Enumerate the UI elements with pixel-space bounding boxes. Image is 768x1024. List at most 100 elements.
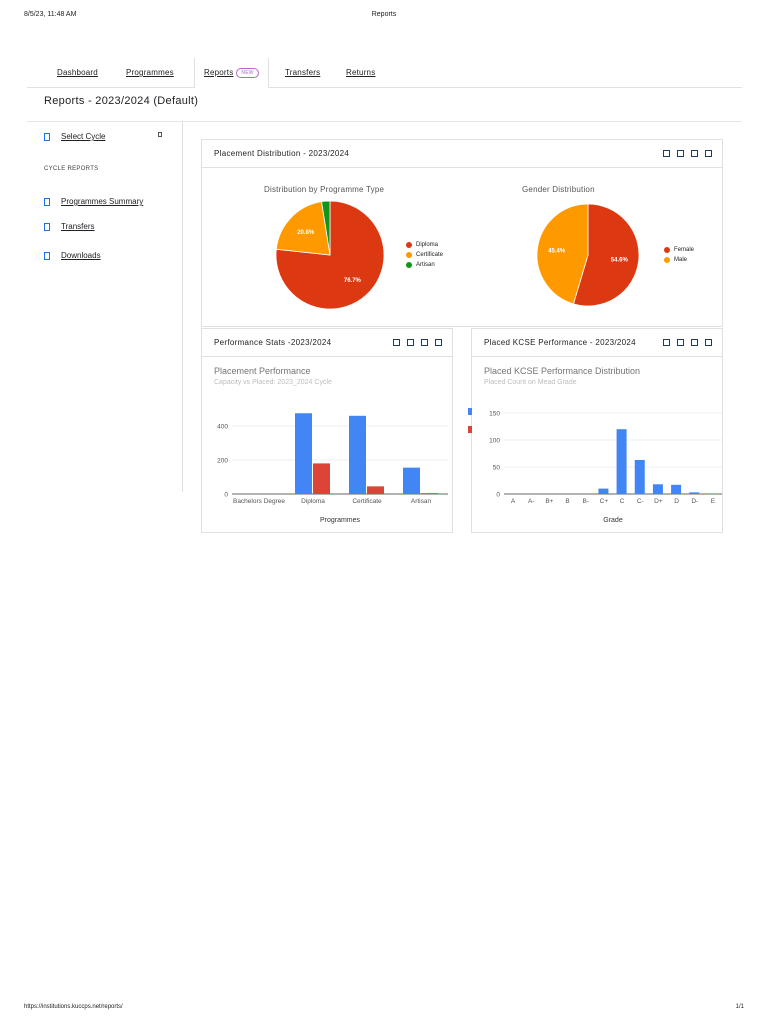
expand-icon[interactable] [421, 339, 428, 346]
report-icon [44, 222, 50, 231]
legend-marker-placed [468, 426, 472, 433]
download-icon[interactable] [407, 339, 414, 346]
x-tick-label: B [565, 498, 569, 505]
bar[interactable] [707, 493, 718, 494]
performance-stats-card: Performance Stats -2023/2024 Placement P… [201, 328, 453, 533]
legend-item-certificate: Certificate [406, 250, 443, 260]
bar[interactable] [598, 488, 609, 494]
legend-marker-capacity [468, 408, 472, 415]
bar[interactable] [634, 459, 645, 494]
bar[interactable] [313, 463, 330, 494]
pie-chart-title: Distribution by Programme Type [264, 185, 385, 194]
bar[interactable] [421, 493, 438, 494]
bar[interactable] [616, 429, 627, 494]
x-tick-label: C+ [600, 498, 609, 505]
cycle-reports-caption: CYCLE REPORTS [44, 166, 99, 172]
x-axis-label: Grade [603, 517, 623, 524]
chart-title: Placement Performance [214, 366, 311, 376]
new-badge: NEW [236, 68, 259, 78]
download-icon[interactable] [677, 339, 684, 346]
expand-icon[interactable] [691, 150, 698, 157]
y-tick-label: 0 [224, 492, 228, 499]
pie-data-label: 54.6% [611, 258, 629, 264]
more-icon[interactable] [705, 150, 712, 157]
collapse-icon[interactable] [158, 132, 162, 137]
card-header: Performance Stats -2023/2024 [202, 329, 452, 357]
sidebar-item-label: Downloads [61, 251, 101, 260]
sidebar-item-programmes-summary[interactable]: Programmes Summary [44, 197, 143, 206]
x-tick-label: D- [691, 498, 698, 505]
x-tick-label: Bachelors Degree [233, 498, 285, 505]
pie-chart-title: Gender Distribution [522, 185, 595, 194]
pie-legend: Female Male [664, 245, 694, 265]
bar[interactable] [403, 467, 420, 494]
more-icon[interactable] [435, 339, 442, 346]
legend-label: Male [674, 257, 688, 263]
refresh-icon[interactable] [393, 339, 400, 346]
chart-subtitle: Placed Count on Mead Grade [484, 379, 577, 386]
x-tick-label: A [511, 498, 516, 505]
card-header: Placed KCSE Performance - 2023/2024 [472, 329, 722, 357]
kcse-distribution-chart: 0 50 100 150 A A- B+ B B- C+ C C- D+ D D- E Grade [489, 411, 722, 524]
tab-reports[interactable]: Reports NEW [194, 58, 269, 88]
x-tick-label: Certificate [352, 498, 382, 505]
sidebar-item-downloads[interactable]: Downloads [44, 251, 101, 260]
y-tick-label: 150 [489, 411, 500, 418]
print-title: Reports [371, 11, 397, 18]
tab-returns[interactable]: Returns [346, 68, 375, 77]
chart-subtitle: Capacity vs Placed: 2023_2024 Cycle [214, 379, 332, 386]
bar[interactable] [652, 484, 663, 494]
card-title: Placed KCSE Performance - 2023/2024 [484, 338, 636, 347]
bar[interactable] [689, 492, 700, 494]
x-tick-label: B- [583, 498, 590, 505]
select-cycle-label: Select Cycle [61, 132, 106, 141]
y-tick-label: 200 [217, 458, 228, 465]
legend-item-artisan: Artisan [406, 260, 443, 270]
legend-label: Certificate [416, 252, 444, 258]
bar[interactable] [295, 413, 312, 494]
kcse-performance-card: Placed KCSE Performance - 2023/2024 Plac… [471, 328, 723, 533]
print-footer: https://institutions.kuccps.net/reports/… [24, 1004, 744, 1010]
legend-item-diploma: Diploma [406, 240, 443, 250]
page-title: Reports - 2023/2024 (Default) [44, 95, 199, 107]
tab-programmes[interactable]: Programmes [126, 68, 174, 77]
bar[interactable] [349, 415, 366, 494]
card-actions [393, 339, 442, 346]
card-title: Placement Distribution - 2023/2024 [214, 149, 350, 158]
tab-dashboard[interactable]: Dashboard [57, 68, 98, 77]
card-actions [663, 339, 712, 346]
tab-transfers[interactable]: Transfers [285, 68, 320, 77]
x-tick-label: D+ [654, 498, 663, 505]
legend-label: Female [674, 247, 695, 253]
refresh-icon[interactable] [663, 150, 670, 157]
placement-performance-chart: 0 200 400 Bachelors Degree Diploma Certificat… [217, 413, 448, 524]
legend-swatch [664, 257, 670, 263]
x-tick-label: E [711, 498, 716, 505]
y-tick-label: 400 [217, 424, 228, 431]
legend-label: Artisan [416, 262, 435, 268]
legend-swatch [664, 247, 670, 253]
select-cycle-link[interactable]: Select Cycle [44, 132, 105, 141]
card-actions [663, 150, 712, 157]
sidebar-item-transfers[interactable]: Transfers [44, 222, 95, 231]
download-icon [44, 251, 50, 260]
card-title: Performance Stats -2023/2024 [214, 338, 332, 347]
report-icon [44, 197, 50, 206]
print-page-number: 1/1 [735, 1004, 744, 1010]
x-tick-label: B+ [545, 498, 553, 505]
x-tick-label: D [674, 498, 679, 505]
sidebar-item-label: Transfers [61, 222, 95, 231]
refresh-icon[interactable] [663, 339, 670, 346]
bar[interactable] [671, 484, 682, 494]
x-tick-label: Artisan [411, 498, 432, 505]
print-header: 8/5/23, 11:48 AM Reports [24, 11, 744, 23]
download-icon[interactable] [677, 150, 684, 157]
y-tick-label: 0 [496, 492, 500, 499]
legend-swatch [406, 262, 412, 268]
x-tick-label: C- [637, 498, 644, 505]
more-icon[interactable] [705, 339, 712, 346]
expand-icon[interactable] [691, 339, 698, 346]
calendar-icon [44, 132, 50, 141]
bar[interactable] [367, 486, 384, 494]
legend-item-female: Female [664, 245, 694, 255]
